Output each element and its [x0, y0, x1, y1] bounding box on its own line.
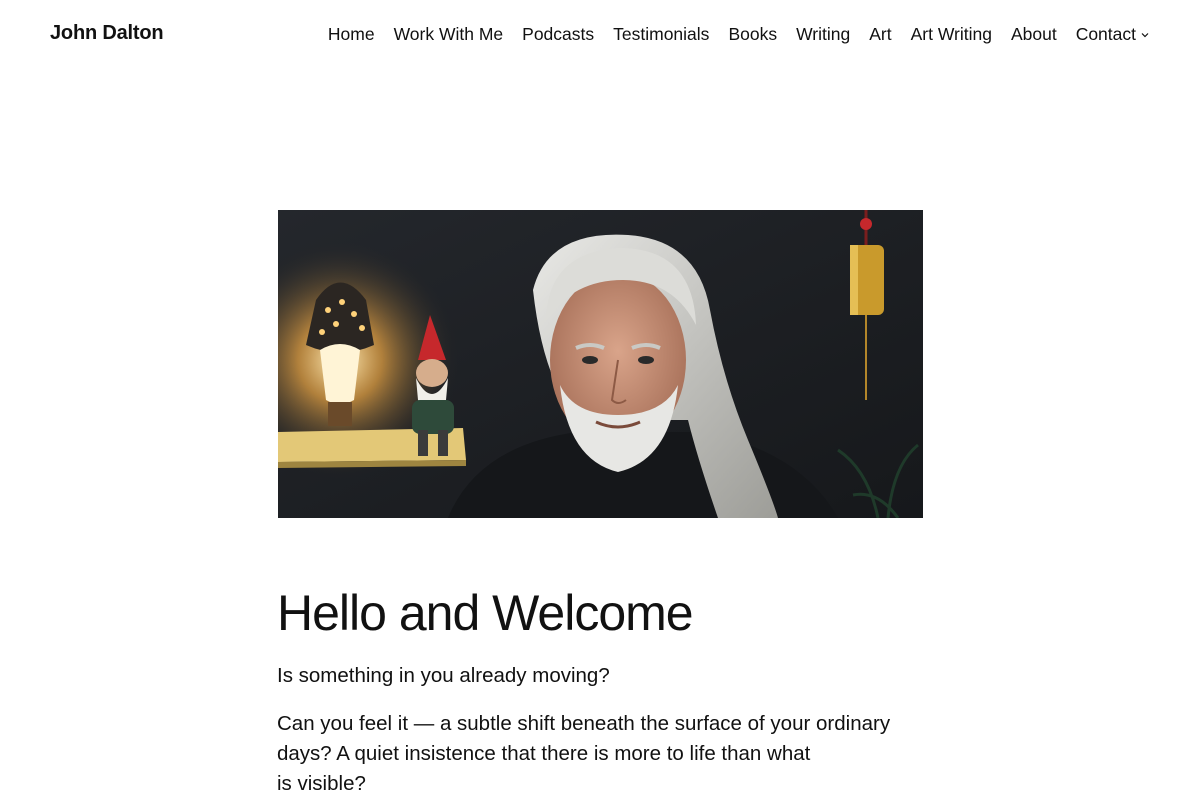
- main-content: Hello and Welcome Is something in you al…: [277, 585, 927, 800]
- nav-item-home[interactable]: Home: [328, 24, 375, 45]
- hero-portrait-illustration: [278, 210, 923, 518]
- nav-item-books[interactable]: Books: [728, 24, 777, 45]
- site-header: John Dalton Home Work With Me Podcasts T…: [0, 0, 1200, 70]
- intro-paragraph: Can you feel it — a subtle shift beneath…: [277, 709, 922, 799]
- nav-item-about[interactable]: About: [1011, 24, 1057, 45]
- nav-item-testimonials[interactable]: Testimonials: [613, 24, 709, 45]
- nav-item-contact[interactable]: Contact: [1076, 24, 1150, 45]
- tagline: Is something in you already moving?: [277, 663, 610, 687]
- nav-item-contact-label[interactable]: Contact: [1076, 24, 1136, 45]
- chevron-down-icon[interactable]: [1140, 30, 1150, 40]
- intro-line-3: is visible?: [277, 772, 366, 796]
- nav-item-writing[interactable]: Writing: [796, 24, 850, 45]
- intro-line-2: days? A quiet insistence that there is m…: [277, 742, 811, 766]
- page-title: Hello and Welcome: [277, 585, 694, 641]
- hero-image: [278, 210, 923, 518]
- nav-item-art[interactable]: Art: [869, 24, 891, 45]
- site-title-link[interactable]: John Dalton: [50, 22, 164, 45]
- nav-item-podcasts[interactable]: Podcasts: [522, 24, 594, 45]
- intro-line-1: Can you feel it — a subtle shift beneath…: [277, 712, 891, 736]
- nav-item-art-writing[interactable]: Art Writing: [911, 24, 992, 45]
- nav-item-work-with-me[interactable]: Work With Me: [394, 24, 504, 45]
- main-nav: Home Work With Me Podcasts Testimonials …: [328, 24, 1150, 45]
